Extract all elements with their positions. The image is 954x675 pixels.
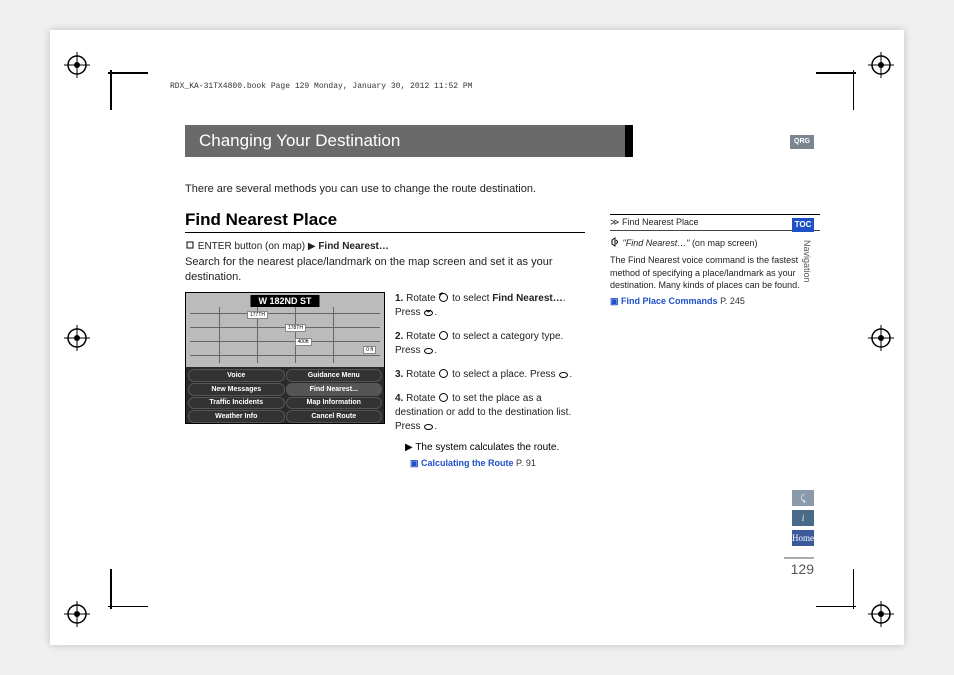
rotate-dial-icon xyxy=(438,292,449,303)
section-heading: Find Nearest Place xyxy=(185,210,585,233)
step-text: . xyxy=(434,345,437,356)
page-number: 129 xyxy=(784,557,814,577)
rotate-dial-icon xyxy=(438,392,449,403)
map-area: W 182ND ST 177TH 178TH 400ft 0 ft xyxy=(186,293,384,367)
press-button-icon xyxy=(423,306,434,317)
breadcrumb-item: Find Nearest… xyxy=(318,241,389,252)
menu-traffic[interactable]: Traffic Incidents xyxy=(188,397,285,410)
step-4: 4. Rotate to set the place as a destinat… xyxy=(395,392,585,434)
step-2: 2. Rotate to select a category type. Pre… xyxy=(395,330,585,358)
print-header-stamp: RDX_KA-31TX4800.book Page 129 Monday, Ja… xyxy=(170,82,472,91)
menu-cancel-route[interactable]: Cancel Route xyxy=(286,410,383,423)
step-3: 3. Rotate to select a place. Press . xyxy=(395,368,585,382)
registration-mark-icon xyxy=(64,52,90,78)
voice-suffix: (on map screen) xyxy=(689,238,757,248)
sidebar-link-label: Find Place Commands xyxy=(621,296,718,306)
section-name-vertical: Navigation xyxy=(802,240,812,283)
registration-mark-icon xyxy=(868,52,894,78)
street-sign: W 182ND ST xyxy=(250,295,319,307)
menu-map-info[interactable]: Map Information xyxy=(286,397,383,410)
step-number: 2. xyxy=(395,331,403,342)
link-page: P. 91 xyxy=(516,458,536,468)
side-icon-stack: ⤹ i Home xyxy=(792,490,814,550)
intro-text: There are several methods you can use to… xyxy=(185,183,536,195)
step-text: Rotate xyxy=(406,369,438,380)
sidebar-voice-command: "Find Nearest…" (on map screen) xyxy=(610,237,820,248)
map-grid: 177TH 178TH 400ft 0 ft xyxy=(190,307,380,363)
instruction-steps: 1. Rotate to select Find Nearest…. Press… xyxy=(395,292,585,444)
registration-mark-icon xyxy=(64,325,90,351)
cross-reference-link[interactable]: ▣ Calculating the Route P. 91 xyxy=(410,458,536,469)
voice-tab-icon[interactable]: ⤹ xyxy=(792,490,814,506)
step-text: to select xyxy=(449,293,492,304)
home-tab-icon[interactable]: Home xyxy=(792,530,814,546)
sidebar-column: ≫ Find Nearest Place "Find Nearest…" (on… xyxy=(610,214,820,307)
enter-button-icon xyxy=(185,240,195,250)
map-label: 178TH xyxy=(285,324,306,332)
press-button-icon xyxy=(423,420,434,431)
voice-icon xyxy=(610,237,620,247)
menu-new-messages[interactable]: New Messages xyxy=(188,383,285,396)
breadcrumb-pre: ENTER button (on map) xyxy=(198,241,305,252)
step-text: to select a place. Press xyxy=(449,369,558,380)
manual-page: RDX_KA-31TX4800.book Page 129 Monday, Ja… xyxy=(50,30,904,645)
registration-mark-icon xyxy=(868,325,894,351)
step-text: Rotate xyxy=(406,393,438,404)
map-scale-label: 400ft xyxy=(295,338,312,346)
link-bullet-icon: ▣ xyxy=(610,296,621,306)
step-1: 1. Rotate to select Find Nearest…. Press… xyxy=(395,292,585,320)
breadcrumb: ENTER button (on map) ▶ Find Nearest… xyxy=(185,240,389,252)
step-number: 4. xyxy=(395,393,403,404)
sidebar-heading: ≫ Find Nearest Place xyxy=(610,214,820,231)
step-text: . xyxy=(434,421,437,432)
link-bullet-icon: ▣ xyxy=(410,458,421,468)
step-bold: Find Nearest… xyxy=(492,293,563,304)
menu-guidance[interactable]: Guidance Menu xyxy=(286,369,383,382)
sidebar-head-text: Find Nearest Place xyxy=(622,217,699,227)
info-gloss-icon: ≫ xyxy=(610,217,622,227)
press-button-icon xyxy=(423,344,434,355)
registration-mark-icon xyxy=(64,601,90,627)
qrg-tab[interactable]: QRG xyxy=(790,135,814,149)
step-text: . xyxy=(434,307,437,318)
step-number: 3. xyxy=(395,369,403,380)
menu-weather[interactable]: Weather Info xyxy=(188,410,285,423)
map-distance-label: 0 ft xyxy=(363,346,376,354)
info-tab-icon[interactable]: i xyxy=(792,510,814,526)
toc-tab[interactable]: TOC xyxy=(792,218,814,232)
rotate-dial-icon xyxy=(438,368,449,379)
rotate-dial-icon xyxy=(438,330,449,341)
step-text: Rotate xyxy=(406,293,438,304)
menu-find-nearest[interactable]: Find Nearest... xyxy=(286,383,383,396)
arrow-icon: ▶ xyxy=(405,442,413,453)
menu-voice[interactable]: Voice xyxy=(188,369,285,382)
breadcrumb-arrow-icon: ▶ xyxy=(308,241,316,252)
step-text: . xyxy=(569,369,572,380)
followup-note: ▶ The system calculates the route. xyxy=(405,442,585,453)
section-description: Search for the nearest place/landmark on… xyxy=(185,255,585,286)
step-number: 1. xyxy=(395,293,403,304)
sidebar-body: The Find Nearest voice command is the fa… xyxy=(610,254,820,292)
voice-phrase: "Find Nearest…" xyxy=(623,238,690,248)
link-label: Calculating the Route xyxy=(421,458,514,468)
map-label: 177TH xyxy=(247,311,268,319)
sidebar-link-page: P. 245 xyxy=(720,296,745,306)
registration-mark-icon xyxy=(868,601,894,627)
followup-text: The system calculates the route. xyxy=(415,442,559,453)
map-menu: Voice Guidance Menu New Messages Find Ne… xyxy=(186,367,384,424)
step-text: Rotate xyxy=(406,331,438,342)
nav-screenshot: W 182ND ST 177TH 178TH 400ft 0 ft Voice … xyxy=(185,292,385,424)
sidebar-link[interactable]: ▣ Find Place Commands P. 245 xyxy=(610,296,820,307)
press-button-icon xyxy=(558,368,569,379)
page-title: Changing Your Destination xyxy=(185,125,625,157)
